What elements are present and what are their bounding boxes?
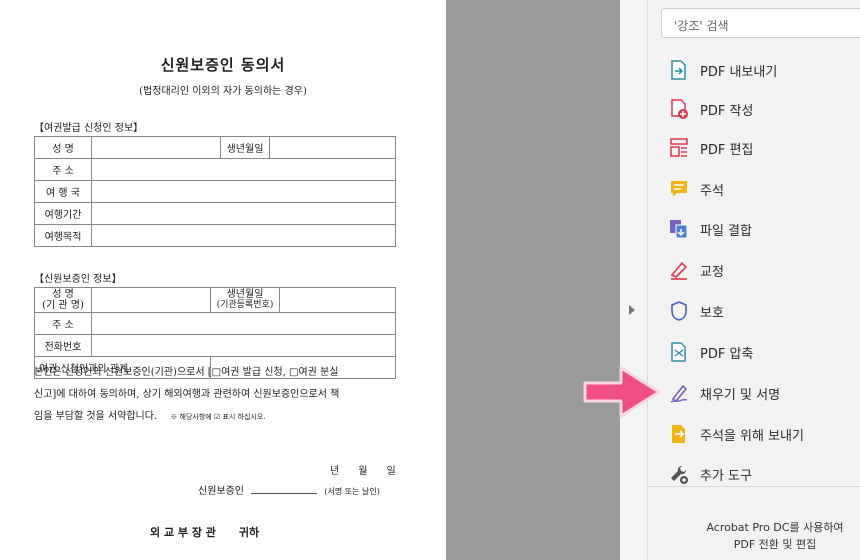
signer-label: 신원보증인 (198, 486, 244, 497)
more-tools-icon (668, 463, 690, 485)
tool-combine-files[interactable]: 파일 결합 (668, 216, 752, 242)
row-label: 여 행 국 (34, 180, 92, 203)
create-pdf-icon (668, 98, 690, 120)
table-row: 여행목적 (34, 224, 396, 247)
table-row: 여 행 국 (34, 180, 396, 203)
tool-label: PDF 내보내기 (700, 64, 778, 80)
dob-label: 생년월일 (220, 136, 270, 159)
guarantor-name-sublabel: (기 관 명) (42, 300, 84, 311)
tool-export-pdf[interactable]: PDF 내보내기 (668, 57, 777, 83)
comment-icon (668, 178, 690, 200)
table-row: 주 소 (34, 312, 396, 335)
document-title: 신원보증인 동의서 (160, 56, 286, 74)
search-input[interactable]: '강조' 검색 (661, 8, 860, 38)
tool-label: 주석을 위해 보내기 (700, 428, 804, 444)
guarantor-section-heading: 【신원보증인 정보】 (34, 274, 122, 285)
signature-blank (251, 493, 318, 494)
combine-files-icon (668, 218, 690, 240)
promo-line: PDF 전환 및 편집 (733, 538, 817, 551)
tool-label: 보호 (700, 305, 724, 321)
row-label: 주 소 (34, 312, 92, 335)
fill-sign-icon (668, 382, 690, 404)
consent-statement: 본인은 신청인의 신원보증인(기관)으로서 [□여권 발급 신청, □여권 분실… (34, 362, 414, 428)
tool-protect[interactable]: 보호 (668, 298, 724, 324)
row-label: 여행목적 (34, 224, 92, 247)
pane-collapse-strip[interactable] (620, 0, 648, 560)
guarantor-dob-sublabel: (기관등록번호) (216, 300, 274, 310)
tool-create-pdf[interactable]: PDF 작성 (668, 96, 753, 122)
table-row: 여행기간 (34, 202, 396, 225)
checkbox-note: ※ 해당사항에 ☑ 표시 하십시오. (170, 413, 266, 421)
date-line: 년 월 일 (330, 466, 396, 477)
addressee: 외 교 부 장 관 귀하 (150, 526, 260, 539)
table-row: 성 명 생년월일 (34, 136, 396, 159)
tool-compress-pdf[interactable]: PDF 압축 (668, 339, 753, 365)
promo-line: Acrobat Pro DC를 사용하여 (706, 521, 844, 534)
edit-pdf-icon (668, 137, 690, 159)
acrobat-pro-promo[interactable]: Acrobat Pro DC를 사용하여 PDF 전환 및 편집 (700, 519, 850, 553)
redact-icon (668, 259, 690, 281)
consent-line: 신고]에 대하여 동의하며, 상기 해외여행과 관련하여 신원보증인으로서 책 (34, 389, 340, 400)
table-row: 성 명 (기 관 명) 생년월일 (기관등록번호) (34, 287, 396, 313)
signature-line: 신원보증인 (서명 또는 날인) (198, 482, 380, 497)
row-label: 주 소 (34, 158, 92, 181)
tool-label: 채우기 및 서명 (700, 387, 781, 403)
collapse-arrow-icon[interactable] (629, 305, 635, 315)
tool-label: 주석 (700, 183, 724, 199)
tool-label: 교정 (700, 264, 724, 280)
tool-fill-sign[interactable]: 채우기 및 서명 (668, 380, 780, 406)
pdf-document-page: 신원보증인 동의서 (법정대리인 이외의 자가 동의하는 경우) 【여권발급 신… (0, 0, 446, 560)
tool-label: 추가 도구 (700, 468, 752, 484)
tool-label: PDF 편집 (700, 142, 754, 158)
tool-more-tools[interactable]: 추가 도구 (668, 461, 752, 487)
viewer-background (446, 0, 620, 560)
applicant-info-table: 성 명 생년월일 주 소 여 행 국 여행기간 여행목적 (34, 136, 396, 247)
export-pdf-icon (668, 59, 690, 81)
row-label: 성 명 (34, 136, 92, 159)
guarantor-name-label: 성 명 (52, 289, 74, 300)
tool-send-for-comments[interactable]: 주석을 위해 보내기 (668, 421, 804, 447)
protect-icon (668, 300, 690, 322)
tool-label: PDF 작성 (700, 103, 754, 119)
tool-edit-pdf[interactable]: PDF 편집 (668, 135, 753, 161)
compress-pdf-icon (668, 341, 690, 363)
send-for-comments-icon (668, 423, 690, 445)
applicant-section-heading: 【여권발급 신청인 정보】 (34, 123, 144, 134)
panel-divider (648, 486, 860, 487)
table-row: 주 소 (34, 158, 396, 181)
document-subtitle: (법정대리인 이외의 자가 동의하는 경우) (139, 86, 307, 97)
guarantor-dob-label: 생년월일 (226, 289, 264, 300)
tool-comment[interactable]: 주석 (668, 176, 724, 202)
table-row: 전화번호 (34, 334, 396, 357)
tool-label: PDF 압축 (700, 346, 754, 362)
consent-line: 임을 부담할 것을 서약합니다. (34, 411, 158, 422)
consent-line: 본인은 신청인의 신원보증인(기관)으로서 [□여권 발급 신청, □여권 분실 (34, 367, 339, 378)
tool-label: 파일 결합 (700, 223, 752, 239)
signer-suffix: (서명 또는 날인) (324, 487, 380, 496)
row-label: 여행기간 (34, 202, 92, 225)
tool-redact[interactable]: 교정 (668, 257, 724, 283)
row-label: 전화번호 (34, 334, 92, 357)
pointer-arrow-icon (581, 364, 663, 424)
